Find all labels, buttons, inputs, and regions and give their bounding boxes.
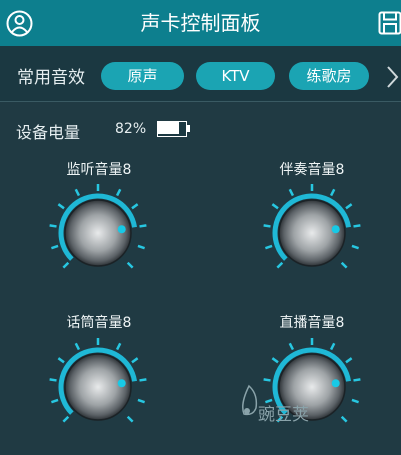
knob-tick (115, 342, 122, 351)
knob-tick (353, 378, 361, 382)
watermark-text: 豌豆荚 (258, 405, 309, 425)
knob-tick (263, 378, 271, 382)
battery-label: 设备电量 (16, 123, 81, 142)
knob-tick (74, 342, 81, 351)
pea-pod-logo (238, 384, 260, 422)
knob-dial (49, 338, 147, 423)
save-icon[interactable] (378, 11, 401, 39)
knob-tick (49, 224, 57, 228)
knob-tick (345, 203, 353, 210)
knob-tick (288, 342, 295, 351)
knob-tick (57, 203, 65, 210)
knob-tick (353, 224, 361, 228)
battery-icon (157, 121, 193, 137)
knob-tick (340, 261, 348, 269)
knob-tick (131, 203, 139, 210)
knob-tick (131, 357, 139, 364)
knob-tick (139, 224, 147, 228)
knob-indicator (117, 225, 126, 234)
knob-indicator (117, 379, 126, 388)
knob-dial (263, 184, 361, 269)
knob-tick (351, 244, 359, 250)
monitor-volume-label: 监听音量8 (66, 162, 132, 178)
knob-tick (271, 357, 279, 364)
effect-original-button[interactable]: 原声 (101, 62, 184, 90)
knob-tick (329, 342, 336, 351)
knob-tick (139, 378, 147, 382)
divider (0, 101, 401, 102)
mic-volume-label: 话筒音量8 (66, 315, 132, 331)
effect-practice-room-button[interactable]: 练歌房 (289, 62, 369, 90)
knob-tick (126, 261, 134, 269)
knob-tick (276, 261, 284, 269)
live-volume-label: 直播音量8 (279, 315, 345, 331)
knob-tick (271, 203, 279, 210)
knob-tick (62, 261, 70, 269)
knob-tick (265, 244, 273, 250)
chevron-right-icon[interactable] (385, 65, 399, 93)
knob-tick (345, 357, 353, 364)
knob-tick (115, 188, 122, 197)
accompaniment-volume-knob[interactable] (262, 183, 362, 283)
knob-indicator (331, 225, 340, 234)
battery-percent: 82% (115, 121, 147, 137)
knob-tick (49, 378, 57, 382)
knob-tick (51, 244, 59, 250)
knob-tick (62, 415, 70, 423)
monitor-volume-knob[interactable] (48, 183, 148, 283)
knob-tick (137, 244, 145, 250)
knob-tick (340, 415, 348, 423)
mic-volume-knob[interactable] (48, 337, 148, 437)
knob-indicator (331, 379, 340, 388)
knob-tick (126, 415, 134, 423)
knob-tick (329, 188, 336, 197)
knob-tick (351, 398, 359, 404)
page-title: 声卡控制面板 (140, 11, 261, 35)
knob-dial (49, 184, 147, 269)
knob-tick (263, 224, 271, 228)
accompaniment-volume-label: 伴奏音量8 (279, 162, 345, 178)
knob-tick (51, 398, 59, 404)
knob-tick (137, 398, 145, 404)
knob-tick (288, 188, 295, 197)
effects-bar: 常用音效 原声 KTV 练歌房 (0, 46, 401, 102)
knob-tick (74, 188, 81, 197)
knob-tick (57, 357, 65, 364)
effect-ktv-button[interactable]: KTV (196, 62, 275, 90)
effects-label: 常用音效 (17, 68, 85, 88)
